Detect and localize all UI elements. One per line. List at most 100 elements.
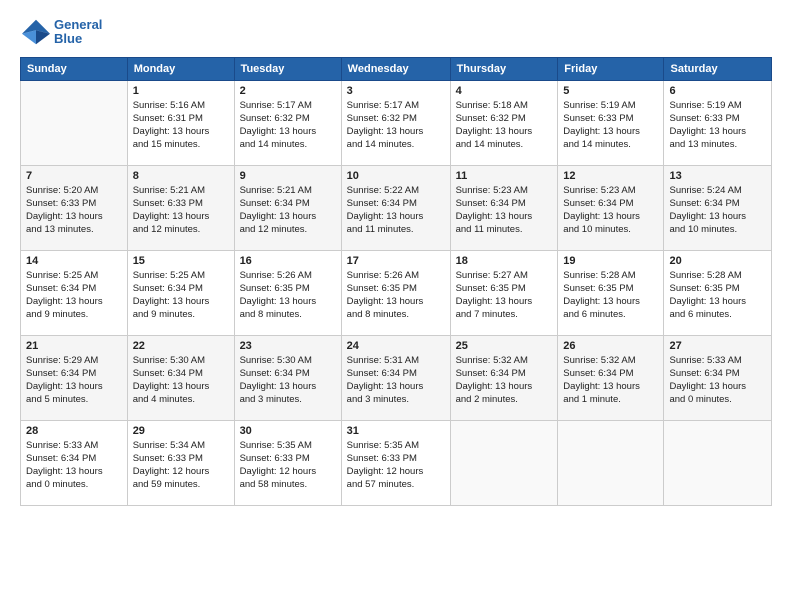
calendar-cell: 21 Sunrise: 5:29 AM Sunset: 6:34 PM Dayli… — [21, 335, 128, 420]
calendar-cell: 23 Sunrise: 5:30 AM Sunset: 6:34 PM Dayli… — [234, 335, 341, 420]
col-header-monday: Monday — [127, 57, 234, 80]
day-number: 9 — [240, 170, 336, 182]
calendar-cell: 12 Sunrise: 5:23 AM Sunset: 6:34 PM Dayli… — [558, 165, 664, 250]
calendar-cell: 7Sunrise: 5:20 AM Sunset: 6:33 PM Daylig… — [21, 165, 128, 250]
day-number: 8 — [133, 170, 229, 182]
calendar-cell: 15Sunrise: 5:25 AM Sunset: 6:34 PM Dayli… — [127, 250, 234, 335]
day-info: Sunrise: 5:31 AM Sunset: 6:34 PM Dayligh… — [347, 354, 445, 407]
day-info: Sunrise: 5:18 AM Sunset: 6:32 PM Dayligh… — [456, 99, 553, 152]
day-number: 27 — [669, 340, 766, 352]
calendar-cell: 11 Sunrise: 5:23 AM Sunset: 6:34 PM Dayli… — [450, 165, 558, 250]
logo: General Blue — [20, 18, 102, 47]
calendar-cell: 26 Sunrise: 5:32 AM Sunset: 6:34 PM Dayli… — [558, 335, 664, 420]
day-number: 24 — [347, 340, 445, 352]
day-number: 31 — [347, 425, 445, 437]
col-header-wednesday: Wednesday — [341, 57, 450, 80]
day-info: Sunrise: 5:33 AM Sunset: 6:34 PM Dayligh… — [26, 439, 122, 492]
calendar-cell: 8 Sunrise: 5:21 AM Sunset: 6:33 PM Daylig… — [127, 165, 234, 250]
day-info: Sunrise: 5:26 AM Sunset: 6:35 PM Dayligh… — [347, 269, 445, 322]
calendar-cell: 30Sunrise: 5:35 AM Sunset: 6:33 PM Dayli… — [234, 420, 341, 505]
day-info: Sunrise: 5:22 AM Sunset: 6:34 PM Dayligh… — [347, 184, 445, 237]
calendar-header-row: SundayMondayTuesdayWednesdayThursdayFrid… — [21, 57, 772, 80]
logo-text: General Blue — [54, 18, 102, 47]
calendar-cell: 20 Sunrise: 5:28 AM Sunset: 6:35 PM Dayli… — [664, 250, 772, 335]
calendar-cell: 13 Sunrise: 5:24 AM Sunset: 6:34 PM Dayli… — [664, 165, 772, 250]
day-number: 20 — [669, 255, 766, 267]
day-number: 3 — [347, 85, 445, 97]
day-info: Sunrise: 5:32 AM Sunset: 6:34 PM Dayligh… — [563, 354, 658, 407]
calendar-cell: 31 Sunrise: 5:35 AM Sunset: 6:33 PM Dayli… — [341, 420, 450, 505]
day-number: 18 — [456, 255, 553, 267]
day-info: Sunrise: 5:25 AM Sunset: 6:34 PM Dayligh… — [26, 269, 122, 322]
day-number: 14 — [26, 255, 122, 267]
day-info: Sunrise: 5:16 AM Sunset: 6:31 PM Dayligh… — [133, 99, 229, 152]
day-number: 10 — [347, 170, 445, 182]
day-info: Sunrise: 5:25 AM Sunset: 6:34 PM Dayligh… — [133, 269, 229, 322]
calendar-cell — [450, 420, 558, 505]
day-info: Sunrise: 5:23 AM Sunset: 6:34 PM Dayligh… — [456, 184, 553, 237]
calendar-cell: 5 Sunrise: 5:19 AM Sunset: 6:33 PM Daylig… — [558, 80, 664, 165]
day-info: Sunrise: 5:24 AM Sunset: 6:34 PM Dayligh… — [669, 184, 766, 237]
calendar-cell: 16 Sunrise: 5:26 AM Sunset: 6:35 PM Dayli… — [234, 250, 341, 335]
calendar-week-4: 21 Sunrise: 5:29 AM Sunset: 6:34 PM Dayli… — [21, 335, 772, 420]
calendar-cell: 2Sunrise: 5:17 AM Sunset: 6:32 PM Daylig… — [234, 80, 341, 165]
day-info: Sunrise: 5:29 AM Sunset: 6:34 PM Dayligh… — [26, 354, 122, 407]
calendar-cell: 28 Sunrise: 5:33 AM Sunset: 6:34 PM Dayli… — [21, 420, 128, 505]
col-header-friday: Friday — [558, 57, 664, 80]
calendar-cell: 3 Sunrise: 5:17 AM Sunset: 6:32 PM Daylig… — [341, 80, 450, 165]
day-info: Sunrise: 5:19 AM Sunset: 6:33 PM Dayligh… — [669, 99, 766, 152]
day-number: 13 — [669, 170, 766, 182]
day-info: Sunrise: 5:21 AM Sunset: 6:33 PM Dayligh… — [133, 184, 229, 237]
calendar-week-2: 7Sunrise: 5:20 AM Sunset: 6:33 PM Daylig… — [21, 165, 772, 250]
day-number: 17 — [347, 255, 445, 267]
calendar-cell — [21, 80, 128, 165]
calendar-cell: 18 Sunrise: 5:27 AM Sunset: 6:35 PM Dayli… — [450, 250, 558, 335]
col-header-saturday: Saturday — [664, 57, 772, 80]
day-number: 6 — [669, 85, 766, 97]
calendar-cell: 10 Sunrise: 5:22 AM Sunset: 6:34 PM Dayli… — [341, 165, 450, 250]
calendar-cell: 22Sunrise: 5:30 AM Sunset: 6:34 PM Dayli… — [127, 335, 234, 420]
calendar-cell: 9 Sunrise: 5:21 AM Sunset: 6:34 PM Daylig… — [234, 165, 341, 250]
day-number: 21 — [26, 340, 122, 352]
day-info: Sunrise: 5:32 AM Sunset: 6:34 PM Dayligh… — [456, 354, 553, 407]
day-number: 7 — [26, 170, 122, 182]
calendar-week-5: 28 Sunrise: 5:33 AM Sunset: 6:34 PM Dayli… — [21, 420, 772, 505]
day-number: 2 — [240, 85, 336, 97]
col-header-thursday: Thursday — [450, 57, 558, 80]
day-info: Sunrise: 5:27 AM Sunset: 6:35 PM Dayligh… — [456, 269, 553, 322]
calendar-cell: 24 Sunrise: 5:31 AM Sunset: 6:34 PM Dayli… — [341, 335, 450, 420]
day-number: 16 — [240, 255, 336, 267]
day-info: Sunrise: 5:26 AM Sunset: 6:35 PM Dayligh… — [240, 269, 336, 322]
calendar-cell: 14 Sunrise: 5:25 AM Sunset: 6:34 PM Dayli… — [21, 250, 128, 335]
day-number: 19 — [563, 255, 658, 267]
day-number: 26 — [563, 340, 658, 352]
calendar-cell — [664, 420, 772, 505]
day-info: Sunrise: 5:34 AM Sunset: 6:33 PM Dayligh… — [133, 439, 229, 492]
calendar-week-3: 14 Sunrise: 5:25 AM Sunset: 6:34 PM Dayli… — [21, 250, 772, 335]
calendar-cell: 17 Sunrise: 5:26 AM Sunset: 6:35 PM Dayli… — [341, 250, 450, 335]
day-info: Sunrise: 5:19 AM Sunset: 6:33 PM Dayligh… — [563, 99, 658, 152]
header: General Blue — [20, 18, 772, 47]
day-info: Sunrise: 5:30 AM Sunset: 6:34 PM Dayligh… — [240, 354, 336, 407]
day-number: 23 — [240, 340, 336, 352]
calendar-week-1: 1Sunrise: 5:16 AM Sunset: 6:31 PM Daylig… — [21, 80, 772, 165]
col-header-tuesday: Tuesday — [234, 57, 341, 80]
calendar-table: SundayMondayTuesdayWednesdayThursdayFrid… — [20, 57, 772, 506]
day-info: Sunrise: 5:17 AM Sunset: 6:32 PM Dayligh… — [347, 99, 445, 152]
calendar-cell — [558, 420, 664, 505]
day-info: Sunrise: 5:35 AM Sunset: 6:33 PM Dayligh… — [347, 439, 445, 492]
page: General Blue SundayMondayTuesdayWednesda… — [0, 0, 792, 612]
day-number: 25 — [456, 340, 553, 352]
day-info: Sunrise: 5:21 AM Sunset: 6:34 PM Dayligh… — [240, 184, 336, 237]
day-info: Sunrise: 5:28 AM Sunset: 6:35 PM Dayligh… — [669, 269, 766, 322]
calendar-cell: 4Sunrise: 5:18 AM Sunset: 6:32 PM Daylig… — [450, 80, 558, 165]
day-number: 28 — [26, 425, 122, 437]
day-number: 29 — [133, 425, 229, 437]
calendar-cell: 6 Sunrise: 5:19 AM Sunset: 6:33 PM Daylig… — [664, 80, 772, 165]
day-info: Sunrise: 5:23 AM Sunset: 6:34 PM Dayligh… — [563, 184, 658, 237]
day-number: 5 — [563, 85, 658, 97]
day-number: 11 — [456, 170, 553, 182]
calendar-cell: 25 Sunrise: 5:32 AM Sunset: 6:34 PM Dayli… — [450, 335, 558, 420]
day-number: 30 — [240, 425, 336, 437]
day-number: 12 — [563, 170, 658, 182]
